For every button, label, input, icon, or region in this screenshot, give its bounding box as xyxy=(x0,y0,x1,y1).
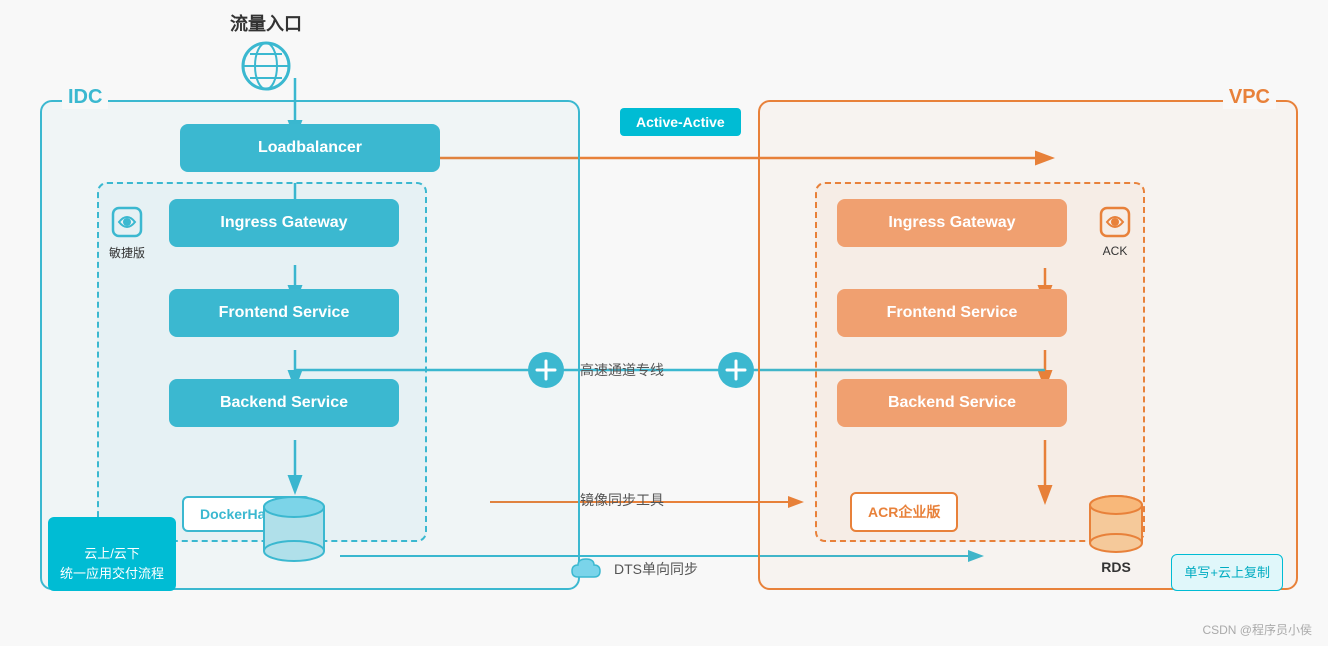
idc-inner-box: 敏捷版 Ingress Gateway Frontend Service Bac… xyxy=(97,182,427,542)
ingress-gateway-vpc: Ingress Gateway xyxy=(837,199,1067,247)
single-write-label: 单写+云上复制 xyxy=(1171,554,1283,592)
agile-icon-label: 敏捷版 xyxy=(109,204,145,261)
traffic-label: 流量入口 xyxy=(230,10,302,36)
mirror-sync-label: 镜像同步工具 xyxy=(580,490,664,510)
ack-label: ACK xyxy=(1103,244,1128,258)
ack-icon xyxy=(1097,204,1133,240)
agile-icon xyxy=(109,204,145,240)
connector-cross-right xyxy=(725,359,747,381)
watermark: CSDN @程序员小侯 xyxy=(1202,621,1312,638)
frontend-service-idc: Frontend Service xyxy=(169,289,399,337)
backend-service-vpc: Backend Service xyxy=(837,379,1067,427)
db-cylinder xyxy=(258,495,330,568)
active-active-badge: Active-Active xyxy=(620,108,741,136)
diagram-container: 流量入口 IDC Loadbalancer 敏捷版 xyxy=(0,0,1328,646)
idc-label: IDC xyxy=(62,86,108,109)
ack-icon-label: ACK xyxy=(1097,204,1133,258)
globe-icon xyxy=(240,40,292,92)
dts-container: DTS单向同步 xyxy=(570,555,698,583)
db-svg xyxy=(258,495,330,563)
traffic-entry: 流量入口 xyxy=(230,10,302,92)
backend-service-idc: Backend Service xyxy=(169,379,399,427)
agile-label: 敏捷版 xyxy=(109,244,145,261)
acr-box: ACR企业版 xyxy=(850,492,958,532)
connector-dot-right xyxy=(718,352,754,388)
rds-svg xyxy=(1084,495,1148,555)
cloud-icon xyxy=(570,555,606,583)
cloud-delivery-label: 云上/云下 统一应用交付流程 xyxy=(48,517,176,592)
vpc-inner-box: ACK Ingress Gateway Frontend Service Bac… xyxy=(815,182,1145,542)
vpc-label: VPC xyxy=(1223,86,1276,109)
frontend-service-vpc: Frontend Service xyxy=(837,289,1067,337)
loadbalancer-box: Loadbalancer xyxy=(180,124,440,172)
express-lane-label: 高速通道专线 xyxy=(580,360,664,380)
dts-label: DTS单向同步 xyxy=(614,559,698,579)
connector-dot-left xyxy=(528,352,564,388)
ingress-gateway-idc: Ingress Gateway xyxy=(169,199,399,247)
rds-label: RDS xyxy=(1101,559,1131,575)
connector-cross-left xyxy=(535,359,557,381)
vpc-container: VPC ACK Ingress Gateway Frontend Service… xyxy=(758,100,1298,590)
rds-container: RDS xyxy=(1084,495,1148,575)
